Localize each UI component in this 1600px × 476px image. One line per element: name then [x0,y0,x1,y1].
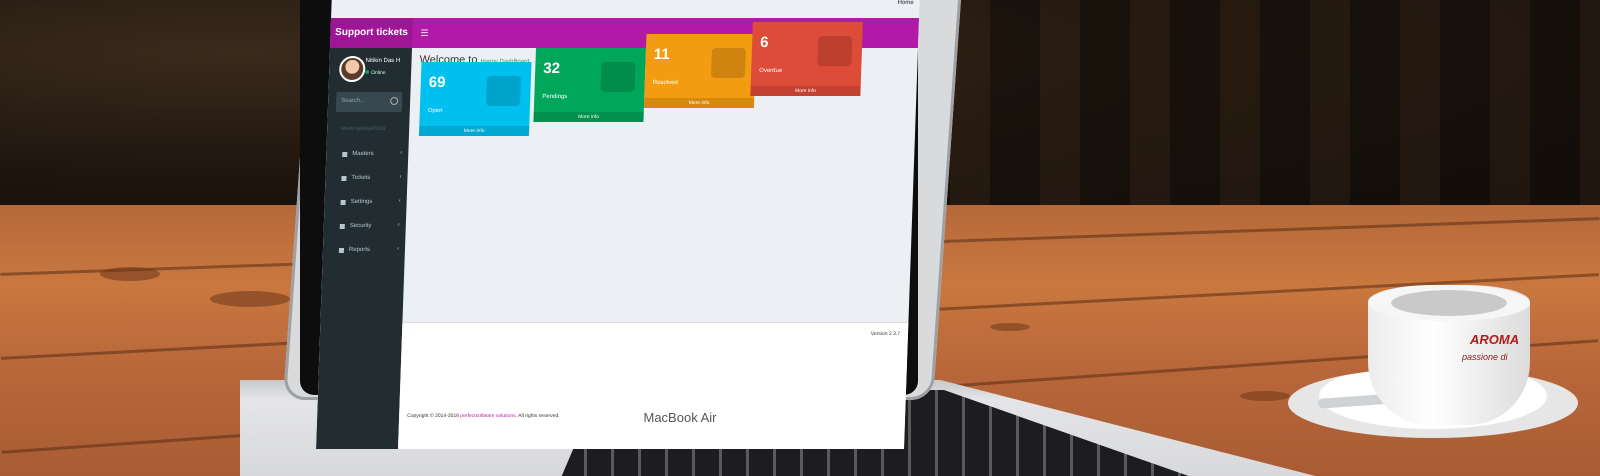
copyright: Copyright © 2014-2016 perfectsoftware so… [407,413,560,419]
nav-header: MAIN NAVIGATION [341,126,386,132]
search-input[interactable]: Search... [341,98,365,104]
sidebar-item-label: Settings [350,199,373,205]
stat-count: 69 [428,74,446,91]
more-info-link[interactable]: More info [533,112,644,122]
chevron-left-icon: ‹ [399,174,402,180]
cup-logo: AROMA [1470,332,1520,347]
sidebar-item-masters[interactable]: Masters ‹ [326,144,409,166]
app-logo[interactable]: Support tickets [330,18,414,48]
sidebar-item-label: Tickets [351,175,371,181]
sidebar-item-label: Masters [352,151,374,157]
stat-box-resolved: 11 Resolved More info [643,34,757,108]
sidebar-item-tickets[interactable]: Tickets ‹ [325,168,408,190]
thumbs-up-icon [710,48,747,78]
home-link[interactable]: Home [897,0,913,6]
sidebar-item-settings[interactable]: Settings ‹ [324,192,407,214]
chevron-left-icon: ‹ [400,150,403,156]
search-box[interactable]: Search... [335,92,403,112]
sidebar-item-security[interactable]: Security ‹ [323,216,406,238]
user-name: Nitikin Das H [365,58,401,64]
laptop-brand-label: MacBook Air [643,410,717,425]
sidebar: Nitikin Das H Online Search... MAIN NAVI… [316,48,413,449]
more-info-link[interactable]: More info [418,126,530,136]
sidebar-item-label: Security [349,223,372,229]
bar-chart-icon [338,248,345,253]
stat-label: Open [427,108,443,114]
cup-rim [1368,285,1530,321]
stat-count: 6 [759,34,769,51]
wood-knot [1240,391,1290,401]
cup-script: passione di [1462,352,1508,362]
copyright-rights: All rights reserved. [518,413,560,419]
wood-knot [210,291,290,307]
online-dot-icon [365,70,370,74]
user-status-label: Online [371,70,386,76]
laptop-screen: Support tickets ☰ Home Nitikin Das H Onl… [316,0,920,449]
menu-toggle-icon[interactable]: ☰ [420,18,429,48]
more-info-link[interactable]: More info [750,86,861,96]
folder-icon [485,76,522,106]
stat-box-open: 69 Open More info [418,62,532,136]
avatar [338,56,366,82]
book-icon [342,152,348,157]
chevron-left-icon: ‹ [397,222,400,228]
wood-knot [990,323,1030,331]
stat-label: Overdue [759,68,783,74]
more-info-link[interactable]: More info [643,98,755,108]
list-icon [341,176,347,181]
stat-label: Pendings [542,94,568,100]
page-footer: Version 2.3.7 Copyright © 2014-2016 perf… [397,322,909,449]
stat-box-overdue: 6 Overdue More info [750,22,863,96]
eye-slash-icon [600,62,636,92]
sidebar-item-label: Reports [348,247,371,253]
chevron-left-icon: ‹ [398,198,401,204]
stat-box-pendings: 32 Pendings More info [533,48,647,122]
company-link[interactable]: perfectsoftware solutions. [460,413,517,419]
search-icon[interactable] [390,97,399,105]
fire-icon [817,36,853,66]
stat-count: 11 [653,46,670,63]
stat-label: Resolved [652,80,678,86]
user-status: Online [365,70,386,76]
copyright-prefix: Copyright © 2014-2016 [407,413,460,419]
photo-scene: Support tickets ☰ Home Nitikin Das H Onl… [0,0,1600,476]
version-label: Version 2.3.7 [870,331,901,337]
lock-icon [339,224,345,229]
sidebar-item-reports[interactable]: Reports ‹ [323,240,406,262]
chevron-left-icon: ‹ [396,246,400,252]
wrench-icon [340,200,346,205]
wood-knot [100,267,160,281]
stat-count: 32 [542,60,561,77]
